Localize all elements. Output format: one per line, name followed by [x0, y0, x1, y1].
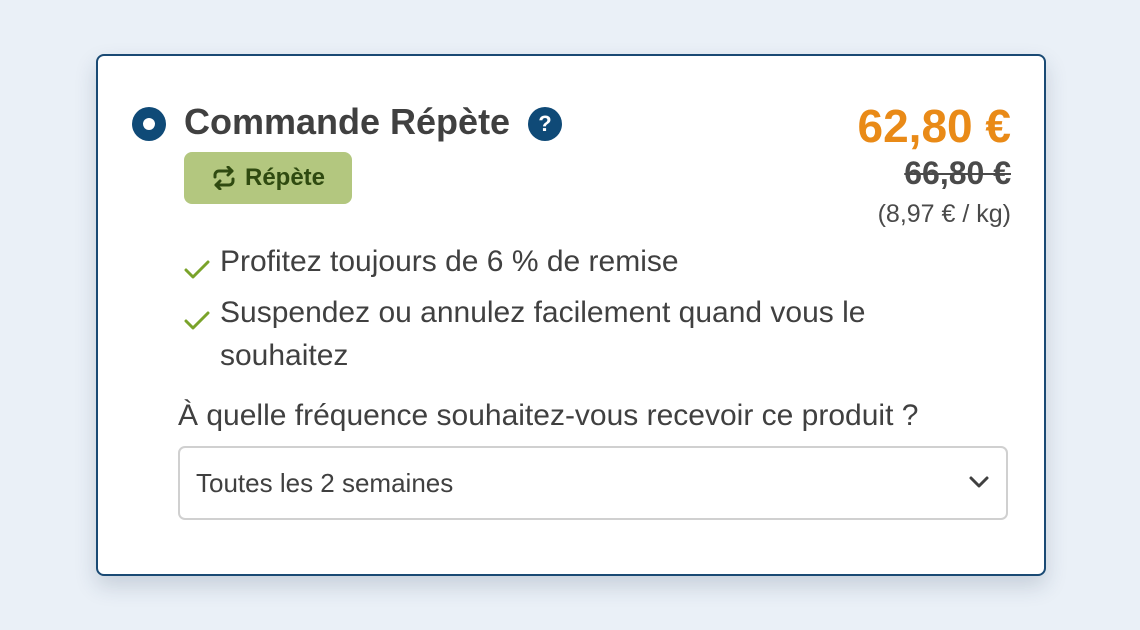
- benefit-item: Suspendez ou annulez facilement quand vo…: [184, 291, 944, 377]
- check-icon: [184, 301, 210, 344]
- radio-dot: [143, 118, 155, 130]
- original-price: 66,80 €: [904, 155, 1011, 191]
- option-title: Commande Répète: [184, 101, 511, 142]
- benefits-list: Profitez toujours de 6 % de remise Suspe…: [184, 240, 944, 385]
- repeat-badge: Répète: [184, 152, 352, 204]
- question-mark-icon[interactable]: ?: [528, 107, 562, 141]
- frequency-question: À quelle fréquence souhaitez-vous recevo…: [178, 399, 919, 432]
- frequency-select[interactable]: Toutes les 2 semaines: [178, 446, 1008, 520]
- benefit-text: Suspendez ou annulez facilement quand vo…: [220, 296, 866, 372]
- badge-label: Répète: [244, 164, 326, 191]
- repeat-icon: [211, 166, 237, 190]
- unit-price: (8,97 € / kg): [877, 200, 1011, 228]
- benefit-item: Profitez toujours de 6 % de remise: [184, 240, 944, 283]
- help-glyph: ?: [538, 111, 552, 136]
- frequency-selected-value: Toutes les 2 semaines: [196, 467, 454, 498]
- check-icon: [184, 250, 210, 293]
- benefit-text: Profitez toujours de 6 % de remise: [220, 245, 679, 278]
- radio-button-selected[interactable]: [132, 107, 166, 141]
- chevron-down-icon: [968, 475, 990, 494]
- current-price: 62,80 €: [857, 100, 1011, 152]
- repeat-order-option-card[interactable]: Commande Répète ? Répète 62,80 € 66,80 €…: [96, 54, 1046, 576]
